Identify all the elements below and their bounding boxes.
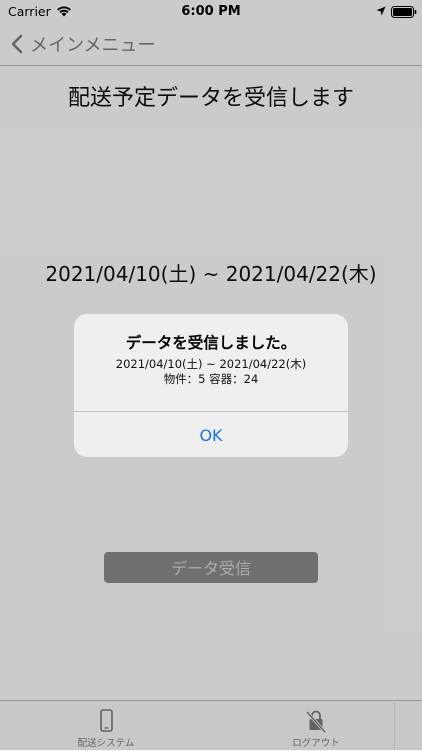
alert-dialog: データを受信しました。 2021/04/10(土) ~ 2021/04/22(木… bbox=[74, 314, 348, 457]
alert-message: 2021/04/10(土) ~ 2021/04/22(木) 物件：5 容器：24 bbox=[74, 357, 348, 387]
ok-button[interactable]: OK bbox=[74, 412, 348, 457]
alert-date-range: 2021/04/10(土) ~ 2021/04/22(木) bbox=[115, 357, 307, 371]
app-screen: Carrier 6:00 PM メインメニュー 配送予定データを受信します 20… bbox=[0, 0, 422, 751]
alert-title: データを受信しました。 bbox=[125, 334, 297, 352]
alert-counts: 物件：5 容器：24 bbox=[163, 372, 259, 386]
